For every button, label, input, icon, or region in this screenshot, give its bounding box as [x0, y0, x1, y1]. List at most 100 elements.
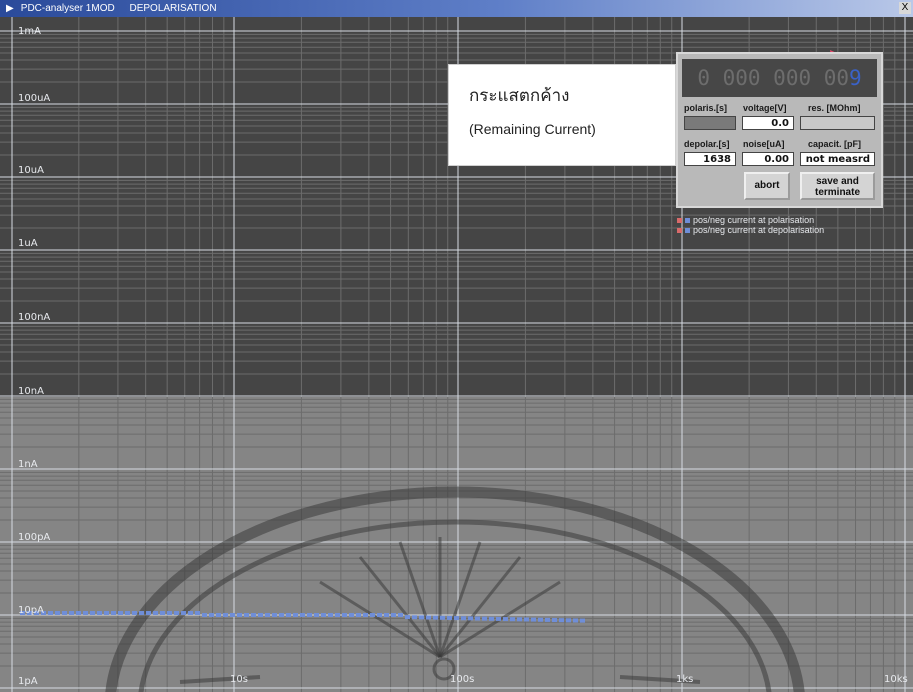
y-tick-10nA: 10nA — [18, 386, 44, 397]
depolarisation-point — [370, 613, 375, 617]
depolarisation-point — [167, 611, 172, 615]
depolarisation-point — [398, 613, 403, 617]
legend-polarisation: pos/neg current at polarisation — [677, 215, 824, 225]
depolarisation-point — [132, 611, 137, 615]
depolarisation-point — [419, 615, 424, 620]
depolarisation-point — [90, 611, 95, 615]
y-tick-10uA: 10uA — [18, 165, 44, 176]
close-icon[interactable]: X — [899, 2, 911, 14]
y-tick-1pA: 1pA — [18, 676, 38, 687]
x-tick-1ks: 1ks — [676, 674, 694, 685]
polaris-field[interactable] — [684, 116, 736, 130]
counter-last-digit: 9 — [849, 66, 862, 90]
depolarisation-point — [545, 617, 550, 622]
legend-polarisation-label: pos/neg current at polarisation — [693, 215, 815, 225]
res-label: res. [MOhm] — [808, 103, 861, 113]
depolarisation-point — [314, 613, 319, 617]
depolarisation-point — [510, 617, 515, 622]
depolarisation-point — [412, 615, 417, 620]
depolarisation-point — [258, 613, 263, 617]
save-label-line1: save and — [816, 176, 859, 187]
remaining-current-annotation: กระแสตกค้าง (Remaining Current) — [448, 64, 676, 166]
depolarisation-point — [300, 613, 305, 617]
y-tick-1uA: 1uA — [18, 238, 38, 249]
depolarisation-point — [111, 611, 116, 615]
depolarisation-point — [440, 615, 445, 620]
y-tick-1mA: 1mA — [18, 26, 41, 37]
depolarisation-point — [97, 611, 102, 615]
save-label-line2: terminate — [814, 187, 860, 198]
depolarisation-point — [230, 613, 235, 617]
depolarisation-point — [391, 613, 396, 617]
x-tick-10s: 10s — [230, 674, 248, 685]
control-panel: 0 000 000 009 polaris.[s] voltage[V] res… — [676, 52, 883, 208]
depolarisation-point — [538, 617, 543, 622]
depolarisation-point — [524, 617, 529, 622]
legend-blue-square — [685, 228, 690, 234]
legend-blue-dot — [685, 218, 690, 224]
depolarisation-point — [580, 618, 585, 623]
depolarisation-point — [146, 611, 151, 615]
abort-button[interactable]: abort — [744, 172, 790, 200]
mode-label: DEPOLARISATION — [129, 3, 217, 14]
depolarisation-point — [335, 613, 340, 617]
depolarisation-point — [496, 616, 501, 621]
depolarisation-point — [482, 616, 487, 621]
depolarisation-point — [559, 618, 564, 623]
depolarisation-point — [139, 611, 144, 615]
x-tick-10ks: 10ks — [884, 674, 908, 685]
depolarisation-point — [489, 616, 494, 621]
depolarisation-point — [279, 613, 284, 617]
noise-field[interactable]: 0.00 — [742, 152, 794, 166]
depolarisation-point — [461, 616, 466, 621]
legend-red-square — [677, 228, 682, 234]
polaris-label: polaris.[s] — [684, 103, 728, 113]
depolarisation-point — [384, 613, 389, 617]
voltage-label: voltage[V] — [743, 103, 787, 113]
depolarisation-point — [209, 613, 214, 617]
y-tick-100uA: 100uA — [18, 93, 51, 104]
current-counter-display: 0 000 000 009 — [682, 59, 877, 97]
depolarisation-point — [356, 613, 361, 617]
y-tick-100pA: 100pA — [18, 532, 51, 543]
app-icon: ▶ — [6, 3, 14, 14]
depolarisation-point — [181, 611, 186, 615]
depolarisation-point — [118, 611, 123, 615]
y-tick-100nA: 100nA — [18, 312, 51, 323]
noise-label: noise[uA] — [743, 139, 785, 149]
depolarisation-point — [160, 611, 165, 615]
chart-area: 1mA 100uA 10uA 1uA 100nA 10nA 1nA 100pA … — [0, 17, 913, 692]
depolarisation-point — [202, 613, 207, 617]
depolarisation-point — [83, 611, 88, 615]
depolarisation-point — [55, 611, 60, 615]
capacit-field[interactable]: not measrd — [800, 152, 875, 166]
depolarisation-point — [475, 616, 480, 621]
depolarisation-point — [153, 611, 158, 615]
depolarisation-point — [447, 615, 452, 620]
depolarisation-point — [244, 613, 249, 617]
depolar-field[interactable]: 1638 — [684, 152, 736, 166]
depolarisation-point — [237, 613, 242, 617]
depolarisation-point — [216, 613, 221, 617]
depolarisation-point — [265, 613, 270, 617]
depolarisation-point — [566, 618, 571, 623]
depolarisation-point — [321, 613, 326, 617]
save-and-terminate-button[interactable]: save and terminate — [800, 172, 875, 200]
annotation-thai: กระแสตกค้าง — [469, 86, 570, 105]
depolarisation-point — [503, 617, 508, 622]
depolarisation-point — [76, 611, 81, 615]
depolarisation-point — [286, 613, 291, 617]
depolarisation-point — [468, 616, 473, 621]
depolarisation-point — [48, 611, 53, 615]
y-tick-10pA: 10pA — [18, 605, 44, 616]
chart-legend: pos/neg current at polarisation pos/neg … — [677, 215, 824, 235]
res-field[interactable] — [800, 116, 875, 130]
depolarisation-point — [433, 615, 438, 620]
depolarisation-point — [426, 615, 431, 620]
y-tick-1nA: 1nA — [18, 459, 38, 470]
voltage-field[interactable]: 0.0 — [742, 116, 794, 130]
depolarisation-point — [307, 613, 312, 617]
depolarisation-point — [517, 617, 522, 622]
depolarisation-point — [195, 611, 200, 615]
depolarisation-point — [62, 611, 67, 615]
